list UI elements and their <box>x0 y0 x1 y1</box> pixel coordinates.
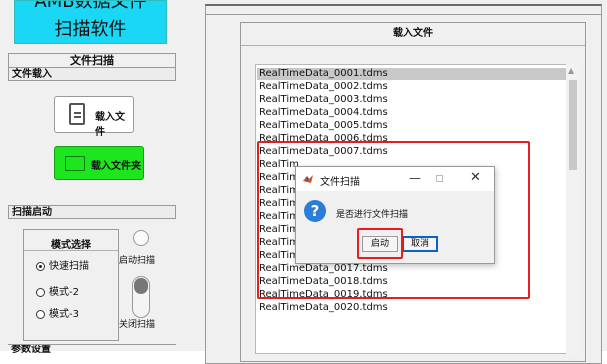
dialog-message: 是否进行文件扫描 <box>336 210 409 220</box>
radio-icon <box>36 310 45 319</box>
dialog-title: 文件扫描 <box>320 177 360 188</box>
scan-off-label: 关闭扫描 <box>119 320 156 330</box>
minimize-icon[interactable]: — <box>409 171 421 185</box>
listbox-scrollbar[interactable]: ▲ <box>566 64 580 354</box>
maximize-icon <box>436 175 443 182</box>
mode-label: 快速扫描 <box>49 261 89 272</box>
file-list-item[interactable]: RealTimeData_0002.tdms <box>259 81 388 93</box>
mode-label: 模式-3 <box>49 309 79 320</box>
params-header: 参数设置 <box>8 344 176 354</box>
load-folder-label: 载入文件夹 <box>91 161 141 172</box>
load-folder-button[interactable]: 载入文件夹 <box>54 146 144 180</box>
folder-icon <box>65 156 85 171</box>
file-list-item[interactable]: RealTimeData_0004.tdms <box>259 107 388 119</box>
app-title-banner: AMB数据文件 扫描软件 <box>14 0 167 44</box>
mode-radio-fast[interactable]: 快速扫描 <box>36 260 116 274</box>
app-window: AMB数据文件 扫描软件 文件扫描 文件载入 载入文件 载入文件夹 扫描启动 模… <box>0 0 607 364</box>
scan-section: 文件扫描 <box>8 53 176 69</box>
file-list-item[interactable]: RealTimeData_0003.tdms <box>259 94 388 106</box>
mode-select-group: 模式选择 快速扫描 模式-2 模式-3 <box>23 229 119 341</box>
scan-start-header: 扫描启动 <box>8 205 176 219</box>
radio-selected-icon <box>36 262 45 271</box>
close-icon[interactable]: ✕ <box>470 170 481 185</box>
matlab-app-icon <box>303 175 313 183</box>
cancel-button[interactable]: 取消 <box>402 236 438 252</box>
file-list-item[interactable]: RealTimeData_0020.tdms <box>259 302 388 314</box>
radio-icon <box>36 288 45 297</box>
scan-on-label: 启动扫描 <box>119 256 156 266</box>
mode-label: 模式-2 <box>49 287 79 298</box>
file-load-header: 文件载入 <box>8 67 176 81</box>
scrollbar-thumb[interactable] <box>569 80 577 170</box>
toggle-knob[interactable] <box>134 278 148 294</box>
file-list-item[interactable]: RealTimeData_0001.tdms <box>257 68 566 80</box>
mode-select-title: 模式选择 <box>51 240 91 251</box>
load-panel-caption: 载入文件 <box>241 23 585 46</box>
mode-divider <box>24 250 118 251</box>
load-file-button[interactable]: 载入文件 <box>54 96 134 138</box>
mode-radio-2[interactable]: 模式-2 <box>36 286 116 300</box>
highlight-outline-start-button <box>357 228 403 259</box>
scroll-up-icon[interactable]: ▲ <box>568 66 574 75</box>
question-icon: ? <box>304 200 326 222</box>
document-icon <box>69 103 85 125</box>
file-list-item[interactable]: RealTimeData_0005.tdms <box>259 120 388 132</box>
app-title-line2: 扫描软件 <box>54 19 127 40</box>
dialog-titlebar[interactable]: 文件扫描 — ✕ <box>296 167 494 191</box>
scan-status-lamp <box>133 230 149 246</box>
scan-toggle-switch[interactable] <box>132 276 150 318</box>
load-file-label: 载入文件 <box>95 112 125 138</box>
mode-radio-3[interactable]: 模式-3 <box>36 308 116 322</box>
app-title-line1: AMB数据文件 <box>34 0 147 12</box>
